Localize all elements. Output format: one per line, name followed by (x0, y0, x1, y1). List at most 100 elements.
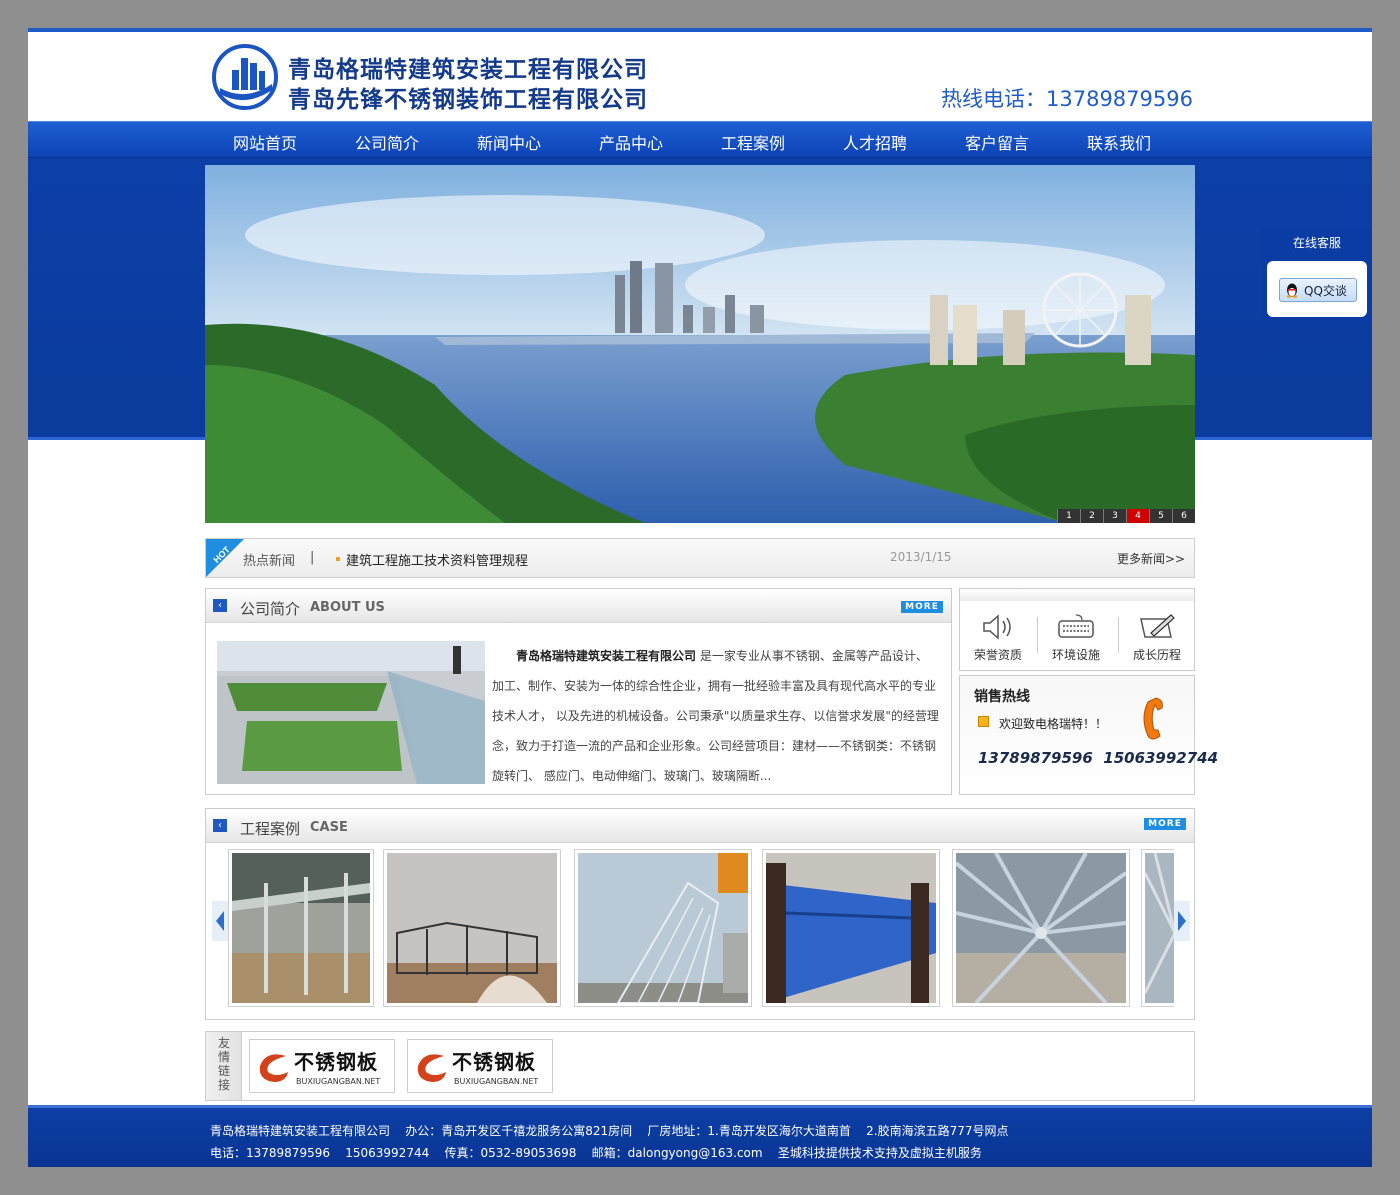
friend-link-1-domain: BUXIUGANGBAN.NET (296, 1077, 381, 1086)
slide-dot-2[interactable]: 2 (1080, 509, 1103, 523)
case-image-steel-frame (387, 853, 557, 1003)
carousel-next-button[interactable] (1174, 901, 1190, 941)
speaker-icon (983, 614, 1011, 640)
about-description: 是一家专业从事不锈钢、金属等产品设计、加工、制作、安装为一体的综合性企业，拥有一… (492, 649, 939, 783)
case-image-space-truss (954, 852, 1128, 1005)
hot-news-headline[interactable]: 建筑工程施工技术资料管理规程 (346, 550, 528, 569)
case-photo-5[interactable] (952, 849, 1130, 1007)
keyboard-icon (1058, 614, 1094, 638)
honor-label: 荣誉资质 (973, 648, 1022, 662)
case-photo-3[interactable] (574, 849, 752, 1007)
slide-dot-1[interactable]: 1 (1057, 509, 1080, 523)
case-image-tower-truss (1143, 852, 1174, 1003)
cases-title-en: CASE (310, 820, 348, 835)
slide-dot-3[interactable]: 3 (1103, 509, 1126, 523)
cases-title-cn: 工程案例 (240, 820, 301, 838)
slide-dot-6[interactable]: 6 (1172, 509, 1195, 523)
nav-item-contact[interactable]: 联系我们 (1087, 130, 1151, 154)
nav-item-products[interactable]: 产品中心 (599, 130, 663, 154)
slide-pager: 1 2 3 4 5 6 (1057, 509, 1195, 523)
cases-carousel (228, 849, 1174, 1011)
qq-penguin-icon (1286, 283, 1298, 298)
page: 青岛格瑞特建筑安装工程有限公司 青岛先锋不锈钢装饰工程有限公司 热线电话：137… (28, 28, 1372, 1167)
case-photo-4[interactable] (762, 849, 940, 1007)
company-name-2: 青岛先锋不锈钢装饰工程有限公司 (288, 87, 648, 113)
about-more-button[interactable]: MORE (901, 601, 943, 613)
sales-welcome: 欢迎致电格瑞特！！ (999, 717, 1108, 731)
nav-item-jobs[interactable]: 人才招聘 (843, 130, 907, 154)
friend-link-1[interactable]: 不锈钢板 BUXIUGANGBAN.NET (249, 1039, 395, 1093)
qq-chat-button[interactable]: QQ交谈 (1279, 278, 1357, 302)
hotline: 热线电话：13789879596 (941, 83, 1193, 113)
hot-badge-icon: HOT (206, 539, 244, 577)
about-company-name: 青岛格瑞特建筑安装工程有限公司 (516, 649, 697, 663)
cases-header: ‹ 工程案例 CASE MORE (206, 809, 1194, 843)
hero-banner[interactable]: 1 2 3 4 5 6 (205, 165, 1195, 523)
banner-landscape-image (205, 165, 1195, 523)
online-service-title: 在线客服 (1292, 236, 1341, 250)
nav-item-cases[interactable]: 工程案例 (721, 130, 785, 154)
about-title-en: ABOUT US (310, 600, 385, 615)
nav-item-about[interactable]: 公司简介 (355, 130, 419, 154)
slide-dot-4[interactable]: 4 (1126, 509, 1149, 523)
friend-link-1-name: 不锈钢板 (294, 1050, 378, 1074)
carousel-prev-button[interactable] (212, 901, 228, 941)
about-text: 青岛格瑞特建筑安装工程有限公司 是一家专业从事不锈钢、金属等产品设计、加工、制作… (492, 641, 939, 791)
swirl-logo-icon (259, 1054, 288, 1082)
checkbox-icon (978, 716, 989, 727)
chevron-right-icon (1178, 911, 1186, 931)
about-photo[interactable] (217, 641, 485, 784)
friend-links-label: 友情链接 (217, 1036, 230, 1092)
section-marker-icon: ‹ (213, 819, 227, 832)
friend-link-2-domain: BUXIUGANGBAN.NET (454, 1077, 539, 1086)
history-link[interactable]: 成长历程 (1119, 589, 1195, 663)
hotline-label: 热线电话： (941, 87, 1046, 111)
nav-item-home[interactable]: 网站首页 (233, 130, 297, 154)
friend-link-2-name: 不锈钢板 (452, 1050, 536, 1074)
pen-paper-icon (1140, 614, 1175, 638)
footer-address-line: 青岛格瑞特建筑安装工程有限公司 办公：青岛开发区千禧龙服务公寓821房间 厂房地… (210, 1124, 1009, 1138)
hot-news-label: 热点新闻 (243, 554, 296, 569)
sales-phones: 13789879596 15063992744 (978, 749, 1219, 767)
slide-dot-5[interactable]: 5 (1149, 509, 1172, 523)
sales-hotline-title: 销售热线 (974, 689, 1030, 705)
hot-news-date: 2013/1/15 (890, 550, 952, 564)
nav-item-messages[interactable]: 客户留言 (965, 130, 1029, 154)
online-service-widget: 在线客服 QQ交谈 (1262, 228, 1372, 324)
friend-link-2[interactable]: 不锈钢板 BUXIUGANGBAN.NET (407, 1039, 553, 1093)
section-marker-icon: ‹ (213, 599, 227, 612)
hot-news-separator: | (310, 550, 315, 565)
more-news-link[interactable]: 更多新闻>> (1117, 550, 1185, 567)
case-image-glass-structure (578, 853, 748, 1004)
cases-section: ‹ 工程案例 CASE MORE (205, 808, 1195, 1020)
about-title-cn: 公司简介 (240, 600, 301, 618)
main-nav: 网站首页 公司简介 新闻中心 产品中心 工程案例 人才招聘 客户留言 联系我们 (28, 121, 1372, 158)
online-service-box: QQ交谈 (1267, 261, 1367, 317)
about-header: ‹ 公司简介 ABOUT US MORE (206, 589, 951, 623)
chevron-left-icon (216, 911, 224, 931)
news-bullet-icon (336, 557, 340, 561)
case-image-warehouse (232, 853, 370, 1003)
nav-item-news[interactable]: 新闻中心 (477, 130, 541, 154)
footer-contact-line: 电话：13789879596 15063992744 传真：0532-89053… (210, 1146, 982, 1160)
case-photo-1[interactable] (228, 849, 374, 1007)
telephone-icon (1143, 697, 1163, 740)
cases-more-button[interactable]: MORE (1144, 818, 1186, 830)
case-photo-2[interactable] (383, 849, 561, 1007)
qq-chat-label: QQ交谈 (1304, 283, 1347, 298)
header: 青岛格瑞特建筑安装工程有限公司 青岛先锋不锈钢装饰工程有限公司 热线电话：137… (28, 28, 1372, 121)
footer: 青岛格瑞特建筑安装工程有限公司 办公：青岛开发区千禧龙服务公寓821房间 厂房地… (28, 1105, 1372, 1167)
sales-hotline-panel: 销售热线 欢迎致电格瑞特！！ 13789879596 15063992744 (959, 675, 1218, 795)
hotline-number: 13789879596 (1046, 87, 1193, 111)
history-label: 成长历程 (1132, 648, 1181, 662)
environment-label: 环境设施 (1051, 648, 1100, 662)
company-name-1: 青岛格瑞特建筑安装工程有限公司 (288, 57, 648, 83)
company-logo[interactable] (212, 44, 278, 110)
case-photo-6[interactable] (1141, 849, 1174, 1007)
environment-link[interactable]: 环境设施 (1038, 589, 1114, 663)
case-image-blue-beam (766, 853, 936, 1003)
hot-news-bar: HOT 热点新闻 | 建筑工程施工技术资料管理规程 2013/1/15 更多新闻… (205, 538, 1195, 578)
swirl-logo-icon (417, 1054, 446, 1082)
quick-links-panel: 荣誉资质 环境设施 成长历程 (959, 588, 1195, 671)
honor-link[interactable]: 荣誉资质 (960, 589, 1036, 663)
